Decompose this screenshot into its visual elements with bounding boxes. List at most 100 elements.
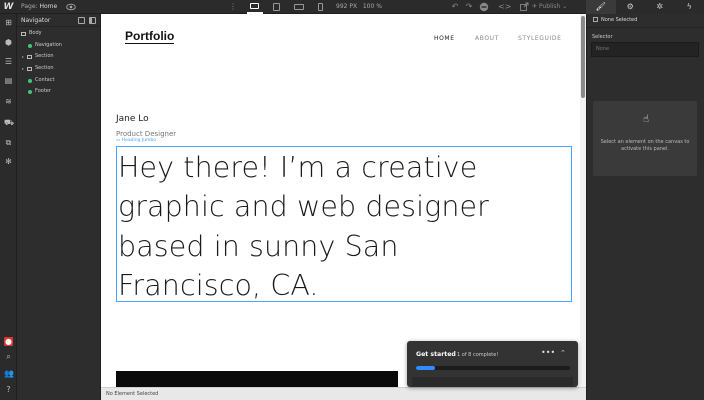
tree-item-section[interactable]: ▸ Section bbox=[17, 63, 100, 75]
desktop-breakpoint-button[interactable] bbox=[244, 0, 266, 14]
get-started-card[interactable]: Get started 1 of 8 complete! ••• ⌃ bbox=[407, 341, 578, 387]
style-brush-icon[interactable]: 🖌 bbox=[586, 0, 616, 14]
tree-item-section[interactable]: ▸ Section bbox=[17, 51, 100, 63]
author-role[interactable]: Product Designer bbox=[116, 130, 176, 138]
expand-arrow-icon[interactable]: ▸ bbox=[22, 51, 24, 63]
cms-icon[interactable]: ≋ bbox=[4, 97, 13, 106]
navigator-header: Navigator bbox=[17, 14, 100, 27]
chevron-down-icon: ⌄ bbox=[562, 3, 568, 10]
ecommerce-cart-icon[interactable]: ⛟ bbox=[4, 118, 14, 127]
symbol-icon bbox=[28, 43, 32, 48]
symbols-icon[interactable]: ⬢ bbox=[4, 38, 13, 47]
nav-link-home[interactable]: HOME bbox=[434, 35, 455, 42]
mobile-breakpoint-button[interactable] bbox=[310, 0, 332, 14]
expand-arrow-icon[interactable]: ▸ bbox=[22, 63, 24, 75]
element-box-icon bbox=[593, 17, 598, 22]
page-name: Home bbox=[39, 3, 58, 10]
code-icon[interactable]: <> bbox=[498, 2, 511, 12]
tree-item-contact[interactable]: Contact bbox=[17, 75, 100, 87]
element-tag-text: Heading Jumbo bbox=[121, 138, 157, 143]
canvas-width: 992 PX bbox=[336, 3, 358, 10]
tree-item-body[interactable]: Body bbox=[17, 28, 100, 40]
navigator-icon[interactable]: ☰ bbox=[4, 57, 13, 66]
landscape-breakpoint-button[interactable] bbox=[288, 0, 310, 14]
chevron-up-icon[interactable]: ⌃ bbox=[560, 349, 566, 357]
element-box-icon bbox=[27, 67, 32, 72]
desktop-icon bbox=[250, 3, 259, 9]
publish-plane-icon: ✈ bbox=[532, 3, 538, 10]
nav-link-about[interactable]: ABOUT bbox=[475, 35, 499, 42]
progress-bar bbox=[416, 366, 570, 370]
panel-tabs: 🖌 ⚙ ✲ ϟ bbox=[586, 0, 704, 14]
more-options-icon[interactable]: ••• bbox=[541, 348, 555, 357]
tree-item-footer[interactable]: Footer bbox=[17, 86, 100, 98]
tree-item-label: Contact bbox=[35, 76, 55, 83]
settings-cog-icon[interactable]: ✻ bbox=[4, 157, 13, 166]
undo-icon[interactable]: ↶ bbox=[450, 2, 460, 12]
design-canvas[interactable]: Portfolio HOME ABOUT STYLEGUIDE Jane Lo … bbox=[101, 14, 586, 387]
tree-item-navigation[interactable]: Navigation bbox=[17, 40, 100, 52]
add-panel-icon[interactable]: ⊞ bbox=[4, 18, 13, 27]
tablet-breakpoint-button[interactable] bbox=[266, 0, 288, 14]
heading-icon: ▭ bbox=[116, 138, 121, 143]
record-icon[interactable]: ● bbox=[4, 337, 13, 346]
symbol-icon bbox=[28, 90, 32, 95]
search-icon[interactable]: ⌕ bbox=[4, 352, 13, 361]
navigator-panel: Navigator Body Navigation ▸ Section ▸ Se… bbox=[17, 14, 101, 400]
collapse-icon[interactable] bbox=[78, 17, 85, 24]
element-box-icon bbox=[27, 55, 32, 60]
export-icon[interactable] bbox=[519, 2, 529, 12]
site-brand[interactable]: Portfolio bbox=[125, 30, 175, 44]
author-name[interactable]: Jane Lo bbox=[116, 114, 149, 124]
preview-icon[interactable] bbox=[479, 2, 489, 12]
symbol-icon bbox=[28, 78, 32, 83]
get-started-title: Get started bbox=[416, 351, 456, 358]
tree-item-label: Navigation bbox=[35, 41, 62, 48]
selection-indicator: None Selected bbox=[593, 17, 637, 23]
publish-button[interactable]: ✈ Publish ⌄ bbox=[532, 0, 567, 14]
dock-panel-icon[interactable] bbox=[89, 17, 96, 24]
designer-app: W Page: Home ⋮ 992 PX 100 % ↶ ↷ <> ✈ Pub… bbox=[0, 0, 704, 400]
heading-line: Francisco, CA. bbox=[118, 268, 319, 302]
style-panel: None Selected Selector None ☝ Select an … bbox=[586, 14, 704, 400]
interactions-bolt-icon[interactable]: ϟ bbox=[675, 0, 704, 14]
empty-state-text: Select an element on the canvas to activ… bbox=[600, 139, 690, 152]
heading-line: Hey there! I’m a creative bbox=[118, 151, 478, 184]
webflow-logo[interactable]: W bbox=[0, 0, 17, 14]
users-icon[interactable]: 👥 bbox=[4, 369, 14, 378]
help-icon[interactable]: ? bbox=[4, 385, 13, 394]
nav-link-styleguide[interactable]: STYLEGUIDE bbox=[518, 35, 562, 42]
project-image[interactable] bbox=[116, 371, 398, 387]
selector-input[interactable]: None bbox=[591, 42, 699, 57]
pages-icon[interactable]: ▤ bbox=[4, 76, 13, 85]
element-tag-label: ▭ Heading Jumbo bbox=[116, 138, 156, 143]
landscape-icon bbox=[294, 4, 304, 10]
divider bbox=[587, 27, 704, 28]
progress-bar-fill bbox=[416, 366, 436, 370]
checklist-preview bbox=[412, 377, 573, 387]
tree-item-label: Section bbox=[35, 53, 54, 60]
heading-line: based in sunny San bbox=[118, 229, 399, 263]
scrollbar-thumb[interactable] bbox=[581, 16, 585, 98]
element-box-icon bbox=[21, 32, 26, 36]
left-tool-rail: ⊞ ⬢ ☰ ▤ ≋ ⛟ ⧉ ✻ ● ⌕ 👥 ? bbox=[0, 14, 17, 400]
page-prefix: Page: bbox=[21, 3, 38, 10]
status-bar: No Element Selected bbox=[101, 387, 586, 400]
empty-state-card: ☝ Select an element on the canvas to act… bbox=[593, 101, 697, 176]
more-options-icon[interactable]: ⋮ bbox=[229, 1, 237, 13]
hero-heading[interactable]: Hey there! I’m a creative graphic and we… bbox=[116, 146, 572, 302]
selector-label: Selector bbox=[592, 34, 613, 40]
tree-item-label: Body bbox=[29, 30, 42, 36]
assets-icon[interactable]: ⧉ bbox=[4, 138, 13, 147]
page-selector[interactable]: Page: Home bbox=[21, 0, 57, 14]
redo-icon[interactable]: ↷ bbox=[464, 2, 474, 12]
canvas-size-readout: 992 PX 100 % bbox=[336, 0, 382, 14]
preview-eye-icon[interactable] bbox=[66, 2, 76, 12]
settings-gear-icon[interactable]: ⚙ bbox=[616, 0, 646, 14]
selection-label: None Selected bbox=[601, 17, 638, 23]
heading-line: graphic and web designer bbox=[118, 190, 489, 224]
navigator-title: Navigator bbox=[21, 17, 51, 24]
drops-icon[interactable]: ✲ bbox=[645, 0, 675, 14]
tablet-icon bbox=[273, 3, 280, 11]
get-started-progress-text: 1 of 8 complete! bbox=[457, 352, 499, 358]
